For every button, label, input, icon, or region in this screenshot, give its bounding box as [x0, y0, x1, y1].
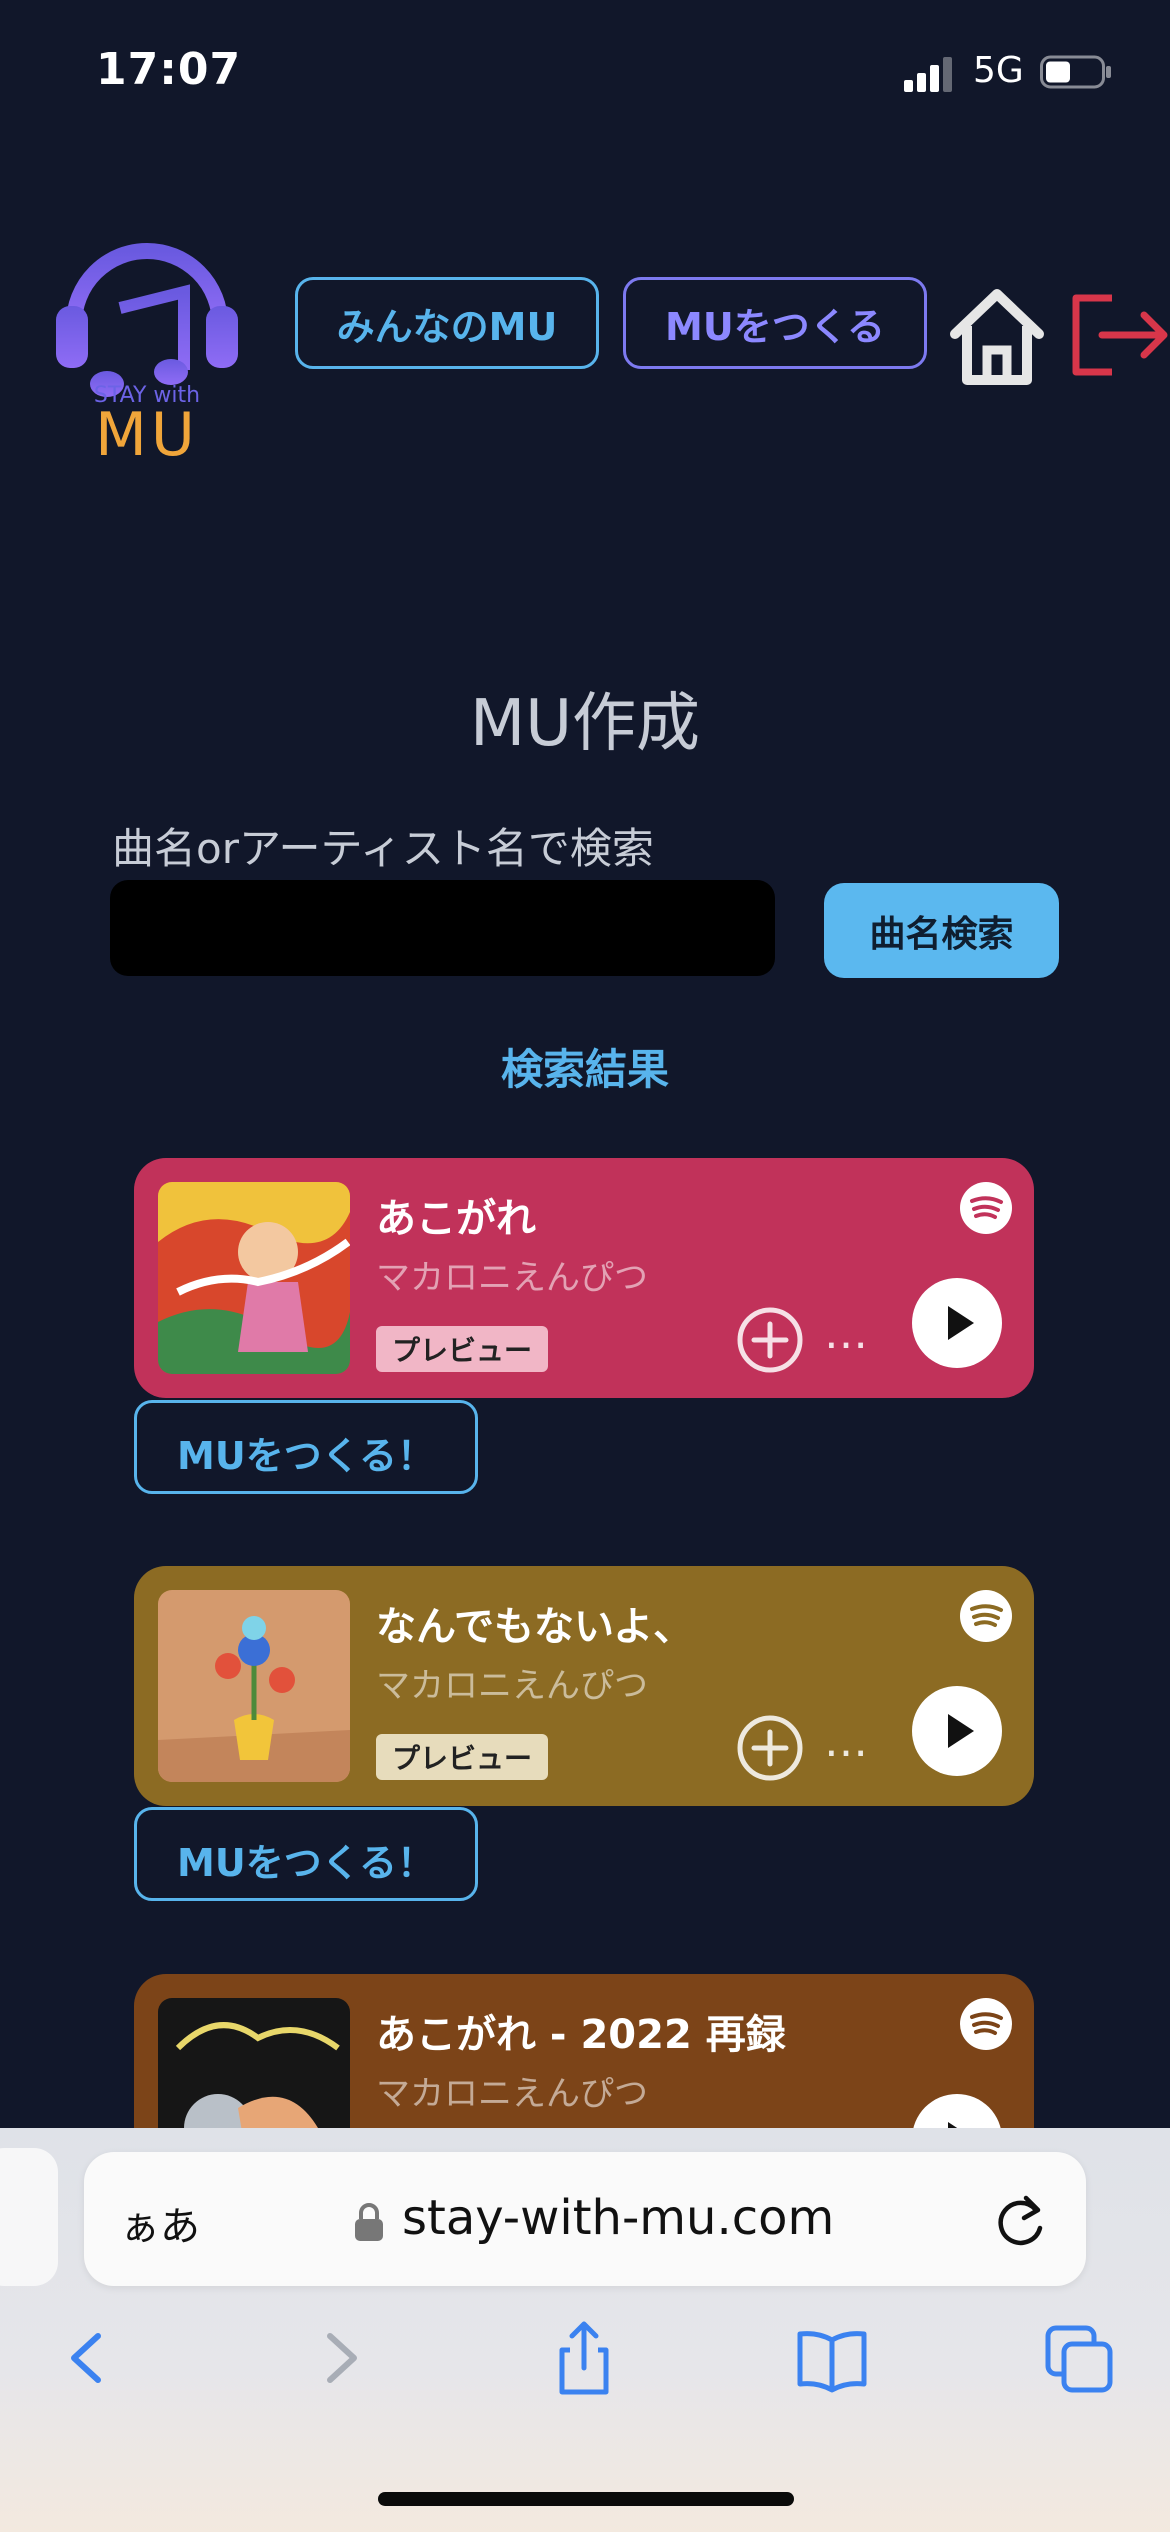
track-artist: マカロニえんぴつ [376, 1666, 648, 1706]
track-title: あこがれ [376, 1196, 536, 1242]
spotify-icon[interactable] [960, 1590, 1012, 1642]
spotify-icon[interactable] [960, 1182, 1012, 1234]
more-icon[interactable]: … [824, 1716, 870, 1767]
home-indicator [378, 2492, 794, 2506]
play-icon[interactable] [912, 1686, 1002, 1776]
create-mu-button[interactable]: MUをつくる！ [134, 1400, 478, 1494]
lock-icon [355, 2203, 383, 2241]
share-icon[interactable] [546, 2318, 622, 2398]
album-art [158, 1590, 350, 1782]
status-time: 17:07 [96, 44, 242, 95]
battery-icon [1040, 55, 1111, 89]
forward-icon[interactable] [302, 2318, 378, 2398]
add-circle-icon[interactable] [736, 1714, 804, 1782]
results-heading: 検索結果 [500, 1045, 669, 1094]
track-card[interactable]: なんでもないよ、 マカロニえんぴつ プレビュー … [134, 1566, 1034, 1806]
album-art [158, 1182, 350, 1374]
more-icon[interactable]: … [824, 1308, 870, 1359]
spotify-icon[interactable] [960, 1998, 1012, 2050]
bookmarks-icon[interactable] [794, 2318, 870, 2398]
preview-badge: プレビュー [376, 1326, 549, 1372]
text-size-button[interactable]: ぁあ [120, 2194, 200, 2252]
previous-tab-peek[interactable] [0, 2148, 58, 2286]
track-title: あこがれ - 2022 再録 [376, 2012, 786, 2058]
track-artist: マカロニえんぴつ [376, 1258, 648, 1298]
track-card[interactable]: あこがれ マカロニえんぴつ プレビュー … [134, 1158, 1034, 1398]
reload-icon[interactable] [990, 2190, 1050, 2254]
create-mu-button[interactable]: MUをつくる！ [134, 1807, 478, 1901]
everyone-mu-button[interactable]: みんなのMU [295, 277, 599, 369]
add-circle-icon[interactable] [736, 1306, 804, 1374]
page-title: MU作成 [469, 687, 701, 761]
logo-name: MU [95, 400, 199, 470]
track-title: なんでもないよ、 [376, 1604, 694, 1650]
search-input[interactable] [110, 880, 775, 976]
preview-badge: プレビュー [376, 1734, 549, 1780]
track-artist: マカロニえんぴつ [376, 2074, 648, 2114]
song-search-button[interactable]: 曲名検索 [824, 883, 1059, 978]
tabs-icon[interactable] [1042, 2318, 1118, 2398]
url-text[interactable]: stay-with-mu.com [402, 2190, 834, 2246]
back-icon[interactable] [50, 2318, 126, 2398]
home-icon[interactable] [945, 282, 1049, 388]
signal-icon [904, 57, 952, 92]
logout-icon[interactable] [1068, 292, 1170, 378]
play-icon[interactable] [912, 1278, 1002, 1368]
network-type: 5G [973, 50, 1024, 91]
search-label: 曲名orアーティスト名で検索 [112, 824, 654, 873]
create-mu-nav-button[interactable]: MUをつくる [623, 277, 927, 369]
